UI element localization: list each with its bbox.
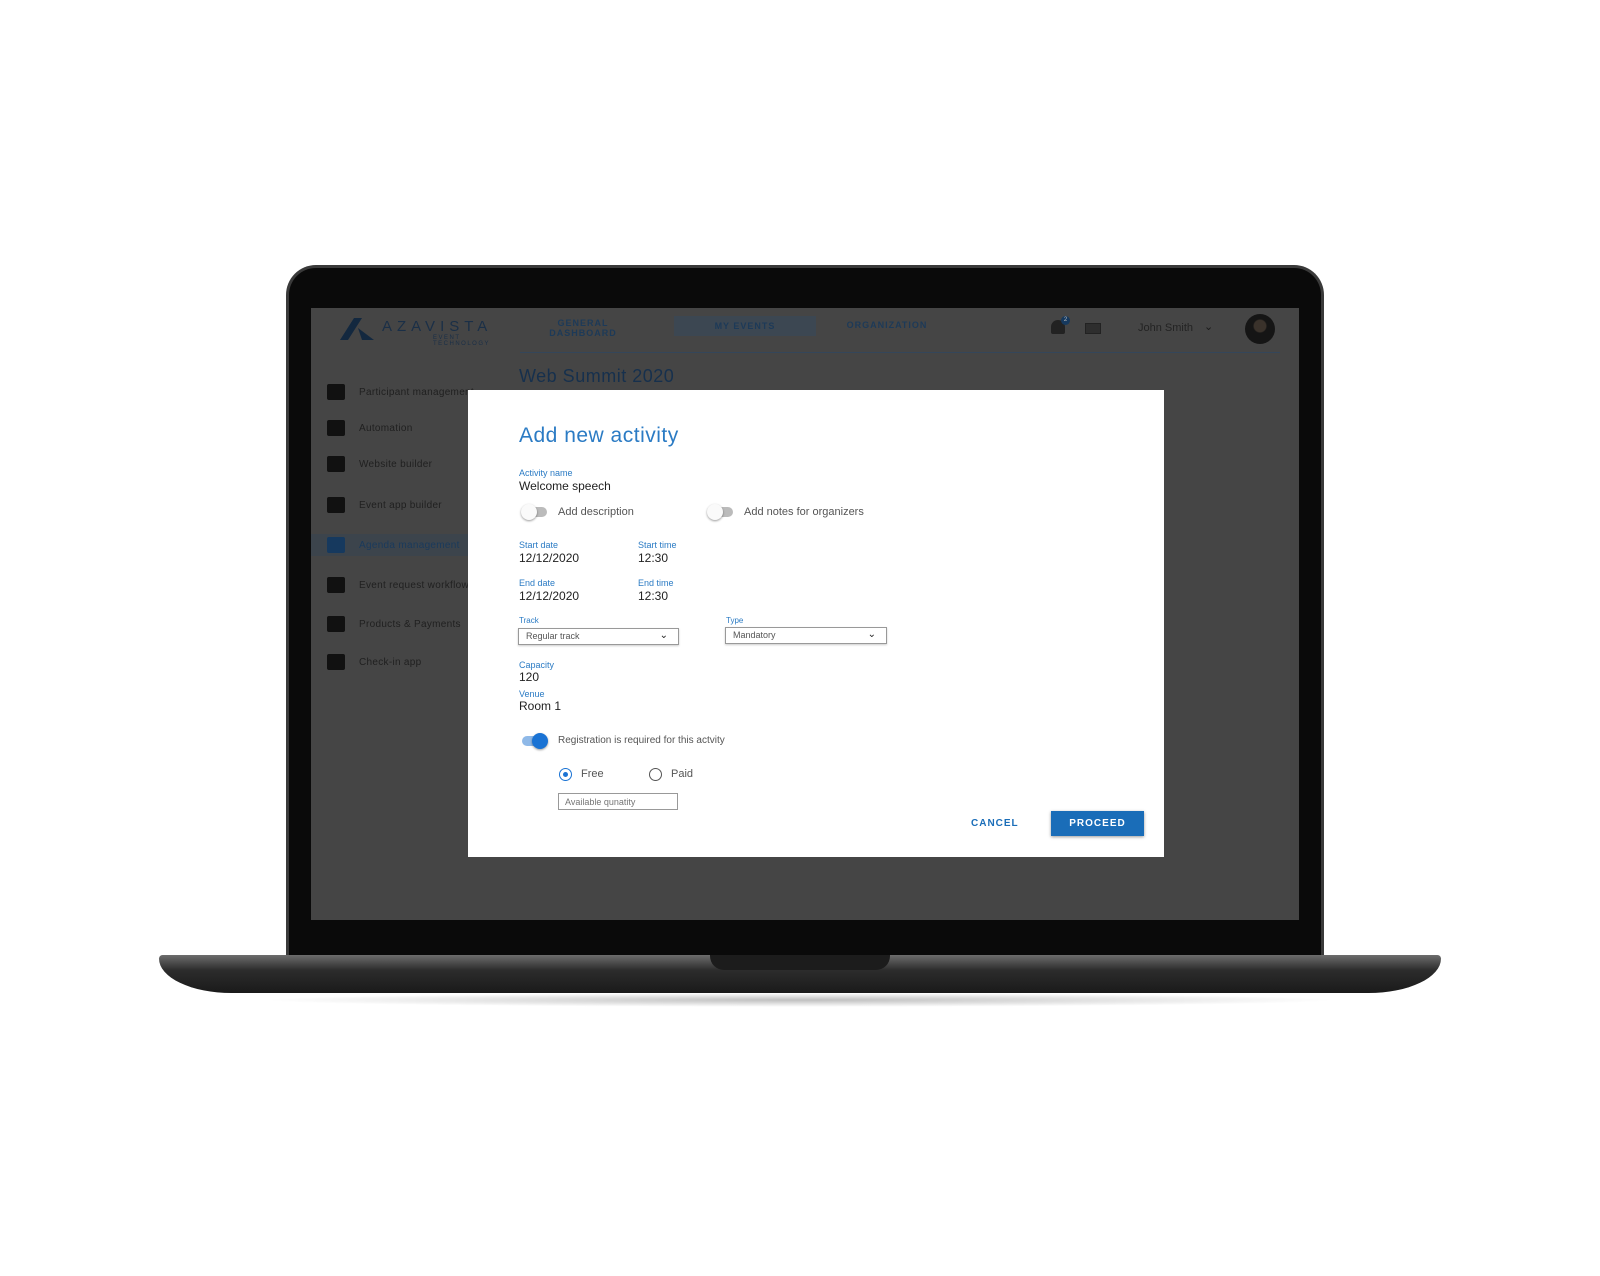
description-toggle[interactable] xyxy=(521,504,547,520)
cancel-button[interactable]: CANCEL xyxy=(971,818,1019,829)
nav-label: ORGANIZATION xyxy=(846,320,928,330)
sidebar-item-label: Agenda management xyxy=(359,540,460,551)
user-name[interactable]: John Smith xyxy=(1138,322,1193,334)
end-date-field[interactable]: 12/12/2020 xyxy=(519,589,579,603)
app-screen-dimmed-backdrop[interactable]: AZAVISTA EVENT TECHNOLOGY GENERAL DASHBO… xyxy=(311,308,1299,920)
type-label: Type xyxy=(726,616,744,625)
chevron-down-icon[interactable]: ⌄ xyxy=(1204,320,1213,333)
venue-label: Venue xyxy=(519,689,545,699)
sidebar-item-participant-management[interactable]: Participant management xyxy=(311,384,474,404)
sidebar-item-products-payments[interactable]: Products & Payments xyxy=(311,616,468,636)
nav-organization[interactable]: ORGANIZATION xyxy=(831,320,943,330)
chevron-down-icon: ⌄ xyxy=(867,629,876,640)
sidebar-item-label: Products & Payments xyxy=(359,619,461,630)
end-time-label: End time xyxy=(638,578,674,588)
track-select[interactable]: Regular track ⌄ xyxy=(518,628,679,645)
phone-gear-icon xyxy=(327,497,345,513)
registration-toggle-label: Registration is required for this actvit… xyxy=(558,735,725,746)
sidebar-item-check-in-app[interactable]: Check-in app xyxy=(311,654,468,674)
proceed-button[interactable]: PROCEED xyxy=(1051,811,1144,836)
sidebar-item-automation[interactable]: Automation xyxy=(311,420,468,440)
contact-card-icon xyxy=(327,420,345,436)
sidebar-item-label: Participant management xyxy=(359,387,474,398)
sidebar-item-event-app-builder[interactable]: Event app builder xyxy=(311,497,468,517)
available-quantity-input[interactable] xyxy=(558,793,678,810)
proceed-label: PROCEED xyxy=(1069,818,1126,829)
track-value: Regular track xyxy=(526,631,580,641)
logo-text: AZAVISTA xyxy=(382,318,493,335)
type-select[interactable]: Mandatory ⌄ xyxy=(725,627,887,644)
notification-badge: 2 xyxy=(1061,316,1070,325)
track-label: Track xyxy=(519,616,539,625)
chevron-down-icon: ⌄ xyxy=(659,630,668,641)
end-time-field[interactable]: 12:30 xyxy=(638,589,668,603)
start-time-label: Start time xyxy=(638,540,677,550)
add-activity-modal: Add new activity Activity name Welcome s… xyxy=(468,390,1164,857)
capacity-field[interactable]: 120 xyxy=(519,670,539,684)
modal-title: Add new activity xyxy=(519,424,679,447)
image-folder-icon xyxy=(327,456,345,472)
logo: AZAVISTA EVENT TECHNOLOGY xyxy=(340,318,500,347)
nav-label: GENERAL DASHBOARD xyxy=(549,318,617,338)
capacity-label: Capacity xyxy=(519,660,555,670)
paid-radio[interactable] xyxy=(649,768,662,781)
type-value: Mandatory xyxy=(733,630,776,640)
sidebar-item-label: Event app builder xyxy=(359,500,442,511)
sidebar-item-label: Event request workflow xyxy=(359,580,469,591)
activity-name-field[interactable]: Welcome speech xyxy=(519,479,611,493)
paid-radio-label: Paid xyxy=(671,768,694,780)
calendar-icon xyxy=(327,537,345,553)
avatar[interactable] xyxy=(1245,314,1275,344)
laptop-shadow xyxy=(260,993,1340,1007)
sidebar-item-label: Website builder xyxy=(359,459,433,470)
laptop-notch xyxy=(710,955,890,970)
logo-icon xyxy=(340,318,374,340)
nav-my-events[interactable]: MY EVENTS xyxy=(674,316,816,336)
start-date-field[interactable]: 12/12/2020 xyxy=(519,551,579,565)
description-toggle-label: Add description xyxy=(558,506,634,518)
free-radio[interactable] xyxy=(559,768,572,781)
person-icon xyxy=(327,384,345,400)
server-icon xyxy=(327,654,345,670)
sidebar-item-label: Check-in app xyxy=(359,657,422,668)
sidebar-item-event-request-workflow[interactable]: Event request workflow xyxy=(311,577,469,597)
credit-card-icon xyxy=(327,616,345,632)
start-date-label: Start date xyxy=(519,540,559,550)
activity-name-label: Activity name xyxy=(519,468,573,478)
sidebar-item-label: Automation xyxy=(359,423,413,434)
header-divider xyxy=(520,352,1280,353)
nav-general-dashboard[interactable]: GENERAL DASHBOARD xyxy=(543,318,623,338)
laptop-share-icon xyxy=(327,577,345,593)
end-date-label: End date xyxy=(519,578,556,588)
start-time-field[interactable]: 12:30 xyxy=(638,551,668,565)
page-title: Web Summit 2020 xyxy=(519,366,675,386)
logo-subtext: EVENT TECHNOLOGY xyxy=(433,335,491,347)
notes-toggle[interactable] xyxy=(707,504,733,520)
notes-toggle-label: Add notes for organizers xyxy=(744,506,864,518)
free-radio-label: Free xyxy=(581,768,604,780)
mail-icon[interactable] xyxy=(1085,323,1101,334)
venue-field[interactable]: Room 1 xyxy=(519,699,561,713)
registration-toggle[interactable] xyxy=(522,733,548,749)
sidebar-item-agenda-management[interactable]: Agenda management xyxy=(311,537,468,557)
sidebar-item-website-builder[interactable]: Website builder xyxy=(311,456,468,476)
nav-label: MY EVENTS xyxy=(714,321,776,331)
